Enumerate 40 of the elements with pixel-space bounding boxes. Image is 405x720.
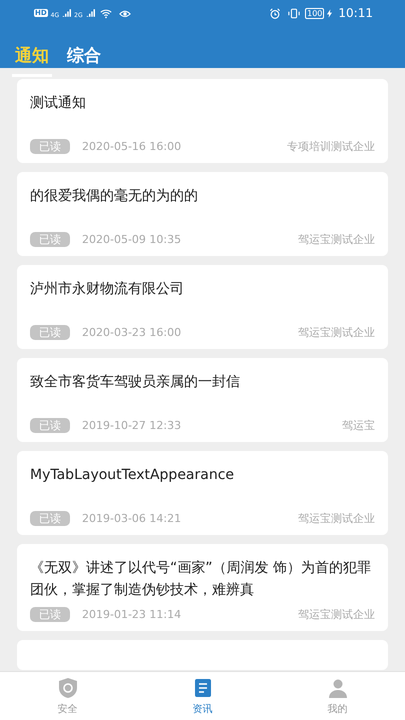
notice-date: 2019-03-06 14:21 xyxy=(82,512,182,525)
notice-date: 2020-03-23 16:00 xyxy=(82,326,182,339)
notice-source: 驾运宝测试企业 xyxy=(298,325,375,340)
notice-title: 泸州市永财物流有限公司 xyxy=(30,280,185,299)
read-badge: 已读 xyxy=(30,418,70,433)
tab[interactable]: 综合 xyxy=(64,40,104,77)
notice-date: 2019-10-27 12:33 xyxy=(82,419,182,432)
nav-tab[interactable]: 资讯 xyxy=(135,672,270,720)
notice-card[interactable]: 《无双》讲述了以代号“画家”（周润发 饰）为首的犯罪团伙，掌握了制造伪钞技术，难辨真 已读 2019-01-23 11:14 驾运宝测试企业 xyxy=(17,544,388,631)
signal-icon xyxy=(62,9,72,17)
read-badge: 已读 xyxy=(30,139,70,154)
signal-icon xyxy=(86,9,95,17)
notice-title: 《无双》讲述了以代号“画家”（周润发 饰）为首的犯罪团伙，掌握了制造伪钞技术，难辨真 xyxy=(30,559,372,600)
notice-card[interactable]: 的很爱我偶的毫无的为的的 已读 2020-05-09 10:35 驾运宝测试企业 xyxy=(17,172,388,256)
notice-date: 2020-05-16 16:00 xyxy=(82,140,182,153)
notice-date: 2020-05-09 10:35 xyxy=(82,233,182,246)
alarm-icon xyxy=(269,8,282,18)
notice-source: 驾运宝测试企业 xyxy=(298,607,375,622)
read-badge: 已读 xyxy=(30,511,70,526)
notice-source: 驾运宝测试企业 xyxy=(298,511,375,526)
notice-source: 驾运宝 xyxy=(342,418,375,433)
battery-indicator: 100 xyxy=(305,8,324,18)
notice-title: 致全市客货车驾驶员亲属的一封信 xyxy=(30,373,241,392)
notice-title: MyTabLayoutTextAppearance xyxy=(30,466,236,485)
notice-date: 2019-01-23 11:14 xyxy=(82,608,182,621)
notice-card[interactable]: 泸州市永财物流有限公司 已读 2020-03-23 16:00 驾运宝测试企业 xyxy=(17,265,388,349)
read-badge: 已读 xyxy=(30,325,70,340)
vibrate-icon xyxy=(288,8,300,18)
notice-title: 测试通知 xyxy=(30,94,87,113)
notice-card[interactable]: MyTabLayoutTextAppearance 已读 2019-03-06 14:21 驾运宝测试企业 xyxy=(17,451,388,535)
charging-icon xyxy=(327,8,332,18)
notice-source: 驾运宝测试企业 xyxy=(298,232,375,247)
notice-card[interactable]: 测试通知 已读 2020-05-16 16:00 专项培训测试企业 xyxy=(17,79,388,163)
read-badge: 已读 xyxy=(30,232,70,247)
notice-title: 的很爱我偶的毫无的为的的 xyxy=(30,187,199,206)
wifi-icon xyxy=(100,8,112,18)
notice-card[interactable]: 致全市客货车驾驶员亲属的一封信 已读 2019-10-27 12:33 驾运宝 xyxy=(17,358,388,442)
notice-source: 专项培训测试企业 xyxy=(287,139,375,154)
clock-time: 10:11 xyxy=(338,6,373,20)
read-badge: 已读 xyxy=(30,607,70,622)
